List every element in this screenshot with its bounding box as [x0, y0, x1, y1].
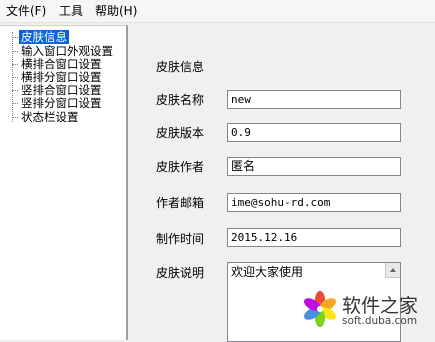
scroll-up-arrow-icon[interactable] [385, 263, 400, 278]
menu-help[interactable]: 帮助(H) [93, 3, 139, 19]
author-email-label: 作者邮箱 [156, 196, 205, 210]
watermark-title: 软件之家 [342, 295, 419, 317]
tree-item-label: 横排合窗口设置 [21, 57, 102, 71]
tree-item-label: 状态栏设置 [21, 110, 79, 124]
tree-item-label: 竖排分窗口设置 [21, 96, 102, 110]
tree-item-label: 横排分窗口设置 [21, 70, 102, 84]
skin-description-label: 皮肤说明 [156, 266, 205, 280]
skin-description-text: 欢迎大家使用 [231, 265, 304, 279]
skin-name-label: 皮肤名称 [156, 93, 205, 107]
skin-version-field[interactable]: 0.9 [227, 123, 401, 142]
skin-author-label: 皮肤作者 [156, 160, 205, 174]
pinwheel-logo-icon [304, 291, 336, 327]
created-date-label: 制作时间 [156, 232, 205, 246]
created-date-field[interactable]: 2015.12.16 [227, 228, 401, 247]
settings-tree[interactable]: 皮肤信息 输入窗口外观设置 横排合窗口设置 横排分窗口设置 竖排合窗口设置 竖排… [0, 25, 128, 340]
section-title: 皮肤信息 [156, 60, 205, 74]
author-email-field[interactable]: ime@sohu-rd.com [227, 193, 401, 212]
tree-item-label: 皮肤信息 [19, 30, 69, 44]
tree-item-label: 输入窗口外观设置 [21, 44, 113, 58]
tree-branch [12, 103, 18, 104]
tree-branch [12, 51, 18, 52]
menu-tools[interactable]: 工具 [57, 3, 85, 19]
menu-file[interactable]: 文件(F) [4, 3, 48, 19]
watermark-url: soft.duba.com [342, 315, 418, 327]
menu-bar: 文件(F) 工具 帮助(H) [0, 0, 435, 23]
tree-branch [12, 77, 18, 78]
skin-editor-window: 文件(F) 工具 帮助(H) 皮肤信息 输入窗口外观设置 横排合窗口设置 横排分… [0, 0, 435, 342]
tree-branch [12, 90, 18, 91]
tree-item-label: 竖排合窗口设置 [21, 83, 102, 97]
tree-branch [12, 117, 18, 118]
skin-author-field[interactable]: 匿名 [227, 157, 401, 176]
tree-branch [12, 64, 18, 65]
watermark: 软件之家 soft.duba.com [294, 283, 435, 339]
skin-version-label: 皮肤版本 [156, 126, 205, 140]
tree-branch [12, 37, 18, 38]
skin-name-field[interactable]: new [227, 90, 401, 109]
